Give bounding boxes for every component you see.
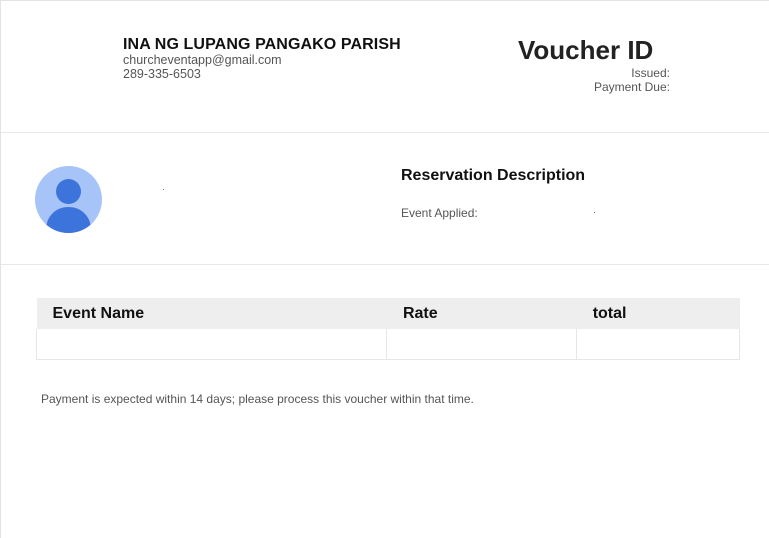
org-name: INA NG LUPANG PANGAKO PARISH: [123, 36, 401, 53]
cell-event-name: [35, 329, 388, 360]
issued-label: Issued:: [631, 66, 670, 80]
cell-total: [576, 329, 740, 360]
column-header-event-name: Event Name: [36, 298, 387, 329]
avatar-head: [56, 179, 81, 204]
event-applied-value-placeholder: [594, 212, 595, 213]
org-email: churcheventapp@gmail.com: [123, 53, 282, 67]
header-divider: [1, 132, 769, 133]
table-header-row: Event Name Rate total: [36, 298, 740, 329]
items-table: Event Name Rate total: [35, 298, 740, 360]
section-divider: [1, 264, 769, 265]
reservation-title: Reservation Description: [401, 167, 586, 184]
voucher-page: INA NG LUPANG PANGAKO PARISH churchevent…: [0, 0, 769, 538]
column-header-rate: Rate: [386, 298, 577, 329]
avatar-body: [46, 207, 91, 233]
avatar-user-icon: [35, 166, 102, 233]
cell-rate: [386, 329, 578, 360]
customer-name-placeholder: [163, 189, 164, 190]
voucher-title: Voucher ID: [518, 35, 654, 65]
column-header-total: total: [576, 298, 740, 329]
payment-due-label: Payment Due:: [593, 80, 670, 94]
org-phone: 289-335-6503: [123, 67, 201, 81]
table-row: [35, 329, 740, 360]
event-applied-label: Event Applied:: [401, 206, 478, 220]
payment-note: Payment is expected within 14 days; plea…: [41, 392, 474, 406]
